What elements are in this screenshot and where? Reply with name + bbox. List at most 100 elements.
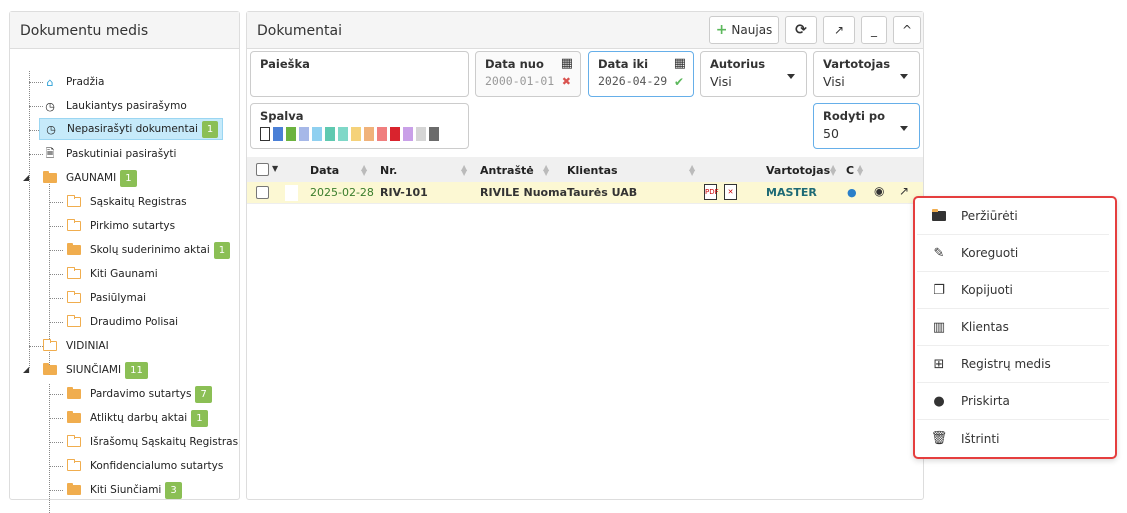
tree-guide-line [49, 274, 63, 275]
column-header-client[interactable]: Klientas [567, 164, 618, 177]
dropdown-caret-icon [900, 74, 908, 79]
menu-item-copy[interactable]: ❐ Kopijuoti [917, 272, 1109, 309]
menu-item-assigned[interactable]: ● Priskirta [917, 383, 1109, 420]
tree-item-pasiulymai[interactable]: Pasiūlymai [66, 287, 146, 309]
color-swatch[interactable] [390, 127, 400, 141]
calendar-icon[interactable]: ▦ [561, 56, 573, 71]
documents-panel: Dokumentai + Naujas ⟳ ↗ _ ^ Paieška Data… [246, 11, 924, 500]
tree-item-skolu-suderinimo[interactable]: Skolų suderinimo aktai 1 [66, 239, 231, 261]
tree-item-paskutiniai[interactable]: 🗎 Paskutiniai pasirašyti [42, 143, 177, 165]
sort-icon[interactable]: ▲ ▼ [857, 164, 863, 177]
menu-item-delete[interactable]: 🗑 Ištrinti [917, 420, 1109, 457]
table-row[interactable]: 2025-02-28 RIV-101 RIVILE Nuoma Taurės U… [247, 182, 923, 204]
menu-item-label: Ištrinti [961, 431, 1000, 446]
sort-icon[interactable]: ▲ ▼ [461, 164, 467, 177]
folder-outline-icon [66, 291, 82, 305]
tree-item-vidiniai[interactable]: VIDINIAI [42, 335, 109, 357]
color-swatch[interactable] [351, 127, 361, 141]
menu-item-edit[interactable]: ✎ Koreguoti [917, 235, 1109, 272]
menu-item-label: Klientas [961, 320, 1009, 334]
row-context-menu: Peržiūrėti ✎ Koreguoti ❐ Kopijuoti ▥ Kli… [913, 196, 1117, 459]
date-from-value: 2000-01-01 [485, 74, 555, 88]
page-size-value: 50 [823, 126, 839, 141]
color-swatch[interactable] [338, 127, 348, 141]
tree-item-laukiantys[interactable]: ◷ Laukiantys pasirašymo [42, 95, 187, 117]
open-external-button[interactable]: ↗ [823, 16, 855, 44]
tree-item-pradzia[interactable]: ⌂ Pradžia [42, 71, 105, 93]
date-to-field[interactable]: Data iki 2026-04-29 ▦ ✔ [588, 51, 694, 97]
tree-item-saskaitu-registras[interactable]: Sąskaitų Registras [66, 191, 187, 213]
pdf-unsigned-icon[interactable]: ✕ [724, 184, 737, 200]
color-swatch[interactable] [299, 127, 309, 141]
sort-icon[interactable]: ▲ ▼ [830, 164, 836, 177]
color-swatch[interactable] [312, 127, 322, 141]
new-document-button[interactable]: + Naujas [709, 16, 779, 44]
menu-item-client[interactable]: ▥ Klientas [917, 309, 1109, 346]
collapse-button[interactable]: ^ [893, 16, 921, 44]
color-swatch[interactable] [260, 127, 270, 141]
row-checkbox[interactable] [256, 186, 269, 199]
tree-item-atliktu-darbu[interactable]: Atliktų darbų aktai 1 [66, 407, 208, 429]
comments-icon[interactable]: ● [847, 186, 857, 199]
color-swatch[interactable] [325, 127, 335, 141]
tree-item-pirkimo-sutartys[interactable]: Pirkimo sutartys [66, 215, 175, 237]
external-link-icon[interactable]: ↗ [899, 184, 909, 198]
user-label: Vartotojas [823, 57, 891, 71]
column-header-nr[interactable]: Nr. [380, 164, 397, 177]
color-label: Spalva [260, 109, 304, 123]
collapse-triangle-icon[interactable]: ◢ [23, 173, 29, 182]
copy-icon: ❐ [933, 282, 945, 298]
color-filter: Spalva [250, 103, 469, 149]
collapse-triangle-icon[interactable]: ◢ [23, 365, 29, 374]
page-size-select[interactable]: Rodyti po 50 [813, 103, 920, 149]
tree-item-konfidencialumo[interactable]: Konfidencialumo sutartys [66, 455, 223, 477]
menu-item-registry-tree[interactable]: ⊞ Registrų medis [917, 346, 1109, 383]
tree-item-label: Paskutiniai pasirašyti [66, 148, 177, 160]
tree-item-label: Atliktų darbų aktai [90, 412, 188, 424]
tree-item-pardavimo-sutartys[interactable]: Pardavimo sutartys 7 [66, 383, 212, 405]
tree-item-kiti-gaunami[interactable]: Kiti Gaunami [66, 263, 158, 285]
clock-icon: ◷ [46, 122, 56, 136]
menu-item-view[interactable]: Peržiūrėti [917, 198, 1109, 235]
minimize-button[interactable]: _ [861, 16, 887, 44]
tree-item-kiti-siunciami[interactable]: Kiti Siunčiami 3 [66, 479, 182, 501]
search-field[interactable]: Paieška [250, 51, 469, 97]
color-swatch[interactable] [416, 127, 426, 141]
folder-outline-icon [66, 435, 82, 449]
tree-item-draudimo-polisai[interactable]: Draudimo Polisai [66, 311, 178, 333]
select-all-checkbox[interactable] [256, 163, 269, 176]
tree-item-label: Kiti Gaunami [90, 268, 158, 280]
column-header-user[interactable]: Vartotojas [766, 164, 830, 177]
tree-item-nepasirasyti[interactable]: ◷ Nepasirašyti dokumentai 1 [39, 118, 224, 140]
external-link-icon: ↗ [833, 23, 845, 37]
tree-item-israsomu-saskaitu[interactable]: Išrašomų Sąskaitų Registras [66, 431, 238, 453]
sort-icon[interactable]: ▲ ▼ [543, 164, 549, 177]
column-header-c[interactable]: C [846, 164, 854, 177]
author-select[interactable]: Autorius Visi [700, 51, 807, 97]
clear-x-icon[interactable]: ✖ [562, 75, 571, 88]
tree-item-label: Pradžia [66, 76, 105, 88]
color-swatch[interactable] [273, 127, 283, 141]
column-header-title[interactable]: Antraštė [480, 164, 534, 177]
refresh-button[interactable]: ⟳ [785, 16, 817, 44]
select-menu-caret-icon[interactable]: ▼ [272, 164, 278, 173]
clock-icon: ◷ [45, 99, 55, 113]
tree-guide-line [49, 442, 63, 443]
color-swatch[interactable] [286, 127, 296, 141]
color-swatch[interactable] [429, 127, 439, 141]
color-swatch[interactable] [403, 127, 413, 141]
calendar-icon[interactable]: ▦ [674, 56, 686, 71]
tree-guide-line [49, 466, 63, 467]
color-swatch[interactable] [364, 127, 374, 141]
tree-item-siunciami[interactable]: SIUNČIAMI 11 [42, 359, 148, 381]
sort-icon[interactable]: ▲ ▼ [361, 164, 367, 177]
color-swatch[interactable] [377, 127, 387, 141]
pdf-file-icon[interactable]: PDF [704, 184, 719, 200]
tree-item-gaunami[interactable]: GAUNAMI 1 [42, 167, 137, 189]
column-header-date[interactable]: Data [310, 164, 339, 177]
user-select[interactable]: Vartotojas Visi [813, 51, 920, 97]
sort-icon[interactable]: ▲ ▼ [689, 164, 695, 177]
tree-panel-title: Dokumentu medis [10, 12, 239, 49]
eye-icon[interactable]: ◉ [874, 184, 884, 198]
date-from-field[interactable]: Data nuo 2000-01-01 ▦ ✖ [475, 51, 581, 97]
